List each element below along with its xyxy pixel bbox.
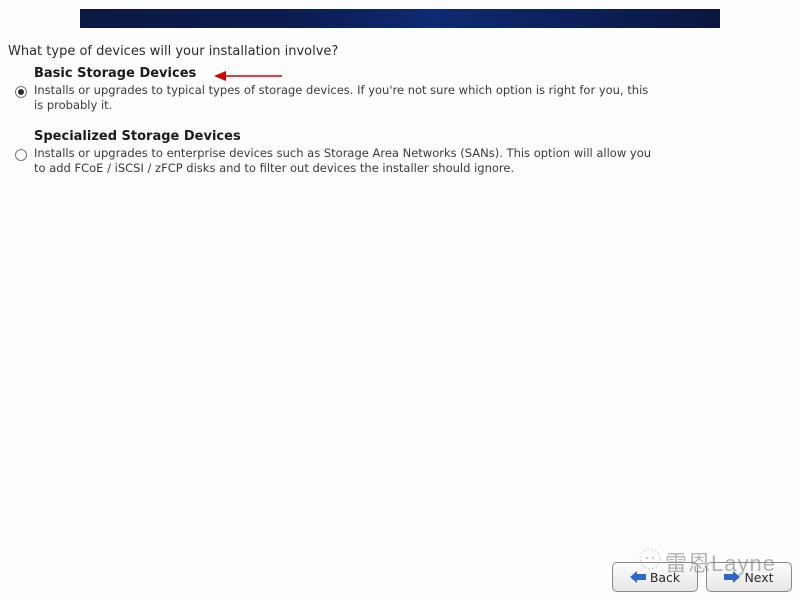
next-button[interactable]: Next (706, 562, 792, 592)
radio-specialized-storage[interactable] (15, 149, 27, 161)
radio-basic-storage[interactable] (15, 86, 27, 98)
arrow-right-icon (724, 571, 740, 583)
prompt-text: What type of devices will your installat… (8, 44, 338, 59)
footer-buttons: Back Next (612, 562, 792, 592)
header-banner (80, 9, 720, 28)
arrow-left-icon (630, 571, 646, 583)
device-type-options: Basic Storage Devices Installs or upgrad… (8, 66, 778, 192)
back-button-label: Back (650, 570, 680, 585)
option-title: Basic Storage Devices (34, 66, 658, 81)
next-button-label: Next (744, 570, 773, 585)
option-description: Installs or upgrades to enterprise devic… (34, 146, 658, 176)
option-specialized-storage[interactable]: Specialized Storage Devices Installs or … (8, 129, 778, 176)
option-basic-storage[interactable]: Basic Storage Devices Installs or upgrad… (8, 66, 778, 113)
option-description: Installs or upgrades to typical types of… (34, 83, 658, 113)
back-button[interactable]: Back (612, 562, 698, 592)
option-title: Specialized Storage Devices (34, 129, 658, 144)
